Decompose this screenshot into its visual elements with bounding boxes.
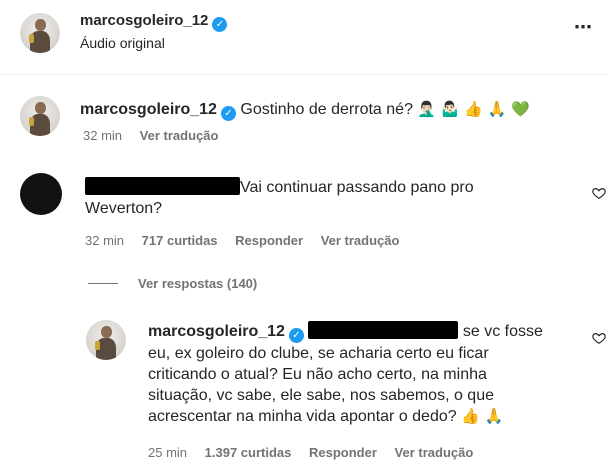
verified-badge-icon: ✓: [220, 106, 236, 121]
reply-translate-link[interactable]: Ver tradução: [395, 445, 474, 460]
reply-line1: se vc fosse: [462, 323, 543, 340]
comment-text: Vai continuar passando pano pro Weverton…: [85, 177, 575, 219]
caption-body: Gostinho de derrota né?: [240, 101, 413, 118]
view-replies-button[interactable]: Ver respostas (140): [138, 276, 257, 291]
redacted-mention: [308, 321, 459, 339]
caption-username[interactable]: marcosgoleiro_12: [80, 101, 217, 118]
post-author-avatar[interactable]: [20, 13, 60, 53]
comment-time: 32 min: [85, 233, 125, 248]
reply-line3: criticando o atual? Eu não acho certo, n…: [148, 366, 487, 383]
redacted-username: [85, 177, 240, 195]
header-divider: [0, 74, 608, 75]
comment-translate-link[interactable]: Ver tradução: [321, 233, 400, 248]
reply-like-heart-icon[interactable]: [592, 331, 606, 345]
caption-meta: 32 min Ver tradução: [83, 128, 232, 143]
reply-time: 25 min: [148, 445, 188, 460]
commenter-avatar[interactable]: [20, 173, 62, 215]
more-options-icon[interactable]: ⋯: [574, 17, 593, 38]
reply-author-avatar[interactable]: [86, 320, 126, 360]
reply-line2: eu, ex goleiro do clube, se acharia cert…: [148, 345, 489, 362]
comment-likes[interactable]: 717 curtidas: [142, 233, 218, 248]
caption-author-avatar[interactable]: [20, 96, 60, 136]
reply-meta: 25 min 1.397 curtidas Responder Ver trad…: [148, 445, 487, 460]
reply-username[interactable]: marcosgoleiro_12: [148, 323, 285, 340]
caption-translate-link[interactable]: Ver tradução: [140, 128, 219, 143]
comment-line1: Vai continuar passando pano pro: [240, 179, 474, 196]
caption-emojis: 🤦🏻‍♂️ 🤷🏻‍♂️ 👍 🙏 💚: [417, 100, 530, 118]
comment-like-heart-icon[interactable]: [592, 186, 606, 200]
verified-badge-icon: ✓: [212, 17, 228, 32]
reply-reply-button[interactable]: Responder: [309, 445, 377, 460]
comment-reply-button[interactable]: Responder: [235, 233, 303, 248]
reply-line4: situação, vc sabe, ele sabe, nos sabemos…: [148, 387, 494, 404]
comment-meta: 32 min 717 curtidas Responder Ver traduç…: [85, 233, 413, 248]
caption-time: 32 min: [83, 128, 123, 143]
caption-text: marcosgoleiro_12 ✓ Gostinho de derrota né…: [80, 99, 530, 121]
reply-line5: acrescentar na minha vida apontar o dedo…: [148, 408, 457, 425]
reply-emojis: 👍 🙏: [461, 407, 504, 425]
reply-likes[interactable]: 1.397 curtidas: [205, 445, 292, 460]
comment-line2: Weverton?: [85, 200, 163, 217]
replies-divider-line: [88, 283, 118, 284]
post-author-username[interactable]: marcosgoleiro_12 ✓: [80, 12, 228, 32]
verified-badge-icon: ✓: [288, 328, 304, 343]
audio-label[interactable]: Áudio original: [80, 35, 165, 51]
reply-text: marcosgoleiro_12 ✓ se vc fosse eu, ex gol…: [148, 321, 588, 427]
